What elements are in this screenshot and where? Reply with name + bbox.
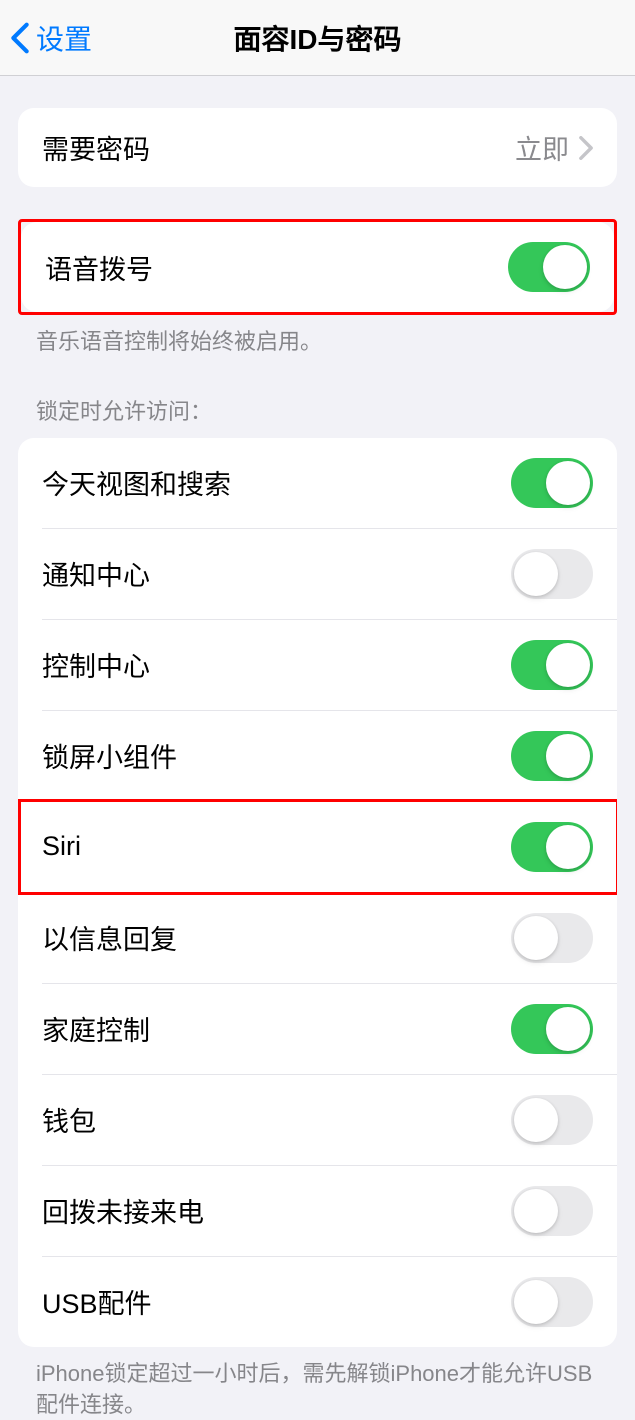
back-button[interactable]: 设置	[0, 18, 92, 58]
lock-access-row: USB配件	[42, 1256, 617, 1347]
lock-access-row: 控制中心	[42, 619, 617, 710]
lock-access-item-label: 以信息回复	[42, 918, 177, 957]
lock-access-row: 家庭控制	[42, 983, 617, 1074]
lock-access-item-toggle[interactable]	[511, 822, 593, 872]
lock-access-row: 以信息回复	[42, 892, 617, 983]
require-passcode-row[interactable]: 需要密码 立即	[18, 108, 617, 187]
lock-access-row: Siri	[42, 801, 617, 892]
lock-access-header: 锁定时允许访问：	[0, 358, 635, 438]
lock-access-row: 锁屏小组件	[42, 710, 617, 801]
lock-access-item-toggle[interactable]	[511, 913, 593, 963]
lock-access-item-label: 锁屏小组件	[42, 736, 177, 775]
lock-access-item-label: 家庭控制	[42, 1009, 150, 1048]
lock-access-item-label: USB配件	[42, 1282, 152, 1321]
lock-access-group: 今天视图和搜索通知中心控制中心锁屏小组件 Siri 以信息回复家庭控制钱包回拨未接来…	[18, 438, 617, 1347]
chevron-right-icon	[579, 136, 593, 160]
lock-access-item-toggle[interactable]	[511, 1186, 593, 1236]
lock-access-row: 今天视图和搜索	[18, 438, 617, 528]
lock-access-item-label: 通知中心	[42, 554, 150, 593]
voice-dial-footer: 音乐语音控制将始终被启用。	[0, 315, 635, 358]
page-title: 面容ID与密码	[0, 18, 635, 58]
lock-access-item-toggle[interactable]	[511, 640, 593, 690]
lock-access-item-label: 钱包	[42, 1100, 96, 1139]
lock-access-row: 回拨未接来电	[42, 1165, 617, 1256]
voice-dial-toggle[interactable]	[508, 242, 590, 292]
lock-access-footer: iPhone锁定超过一小时后，需先解锁iPhone才能允许USB配件连接。	[0, 1347, 635, 1420]
lock-access-item-toggle[interactable]	[511, 1277, 593, 1327]
voice-dial-row: 语音拨号	[21, 222, 614, 312]
lock-access-row: 钱包	[42, 1074, 617, 1165]
require-passcode-label: 需要密码	[42, 128, 150, 167]
lock-access-row: 通知中心	[42, 528, 617, 619]
lock-access-item-label: Siri	[42, 831, 81, 862]
lock-access-item-label: 回拨未接来电	[42, 1191, 204, 1230]
lock-access-item-toggle[interactable]	[511, 1095, 593, 1145]
lock-access-item-label: 控制中心	[42, 645, 150, 684]
lock-access-item-toggle[interactable]	[511, 549, 593, 599]
lock-access-item-toggle[interactable]	[511, 1004, 593, 1054]
voice-dial-highlight: 语音拨号	[18, 219, 617, 315]
require-passcode-group: 需要密码 立即	[18, 108, 617, 187]
lock-access-item-toggle[interactable]	[511, 731, 593, 781]
lock-access-item-label: 今天视图和搜索	[42, 463, 231, 502]
lock-access-item-toggle[interactable]	[511, 458, 593, 508]
require-passcode-value: 立即	[515, 128, 569, 167]
back-label: 设置	[36, 18, 92, 58]
nav-header: 设置 面容ID与密码	[0, 0, 635, 76]
voice-dial-label: 语音拨号	[45, 248, 153, 287]
back-chevron-icon	[10, 21, 30, 55]
